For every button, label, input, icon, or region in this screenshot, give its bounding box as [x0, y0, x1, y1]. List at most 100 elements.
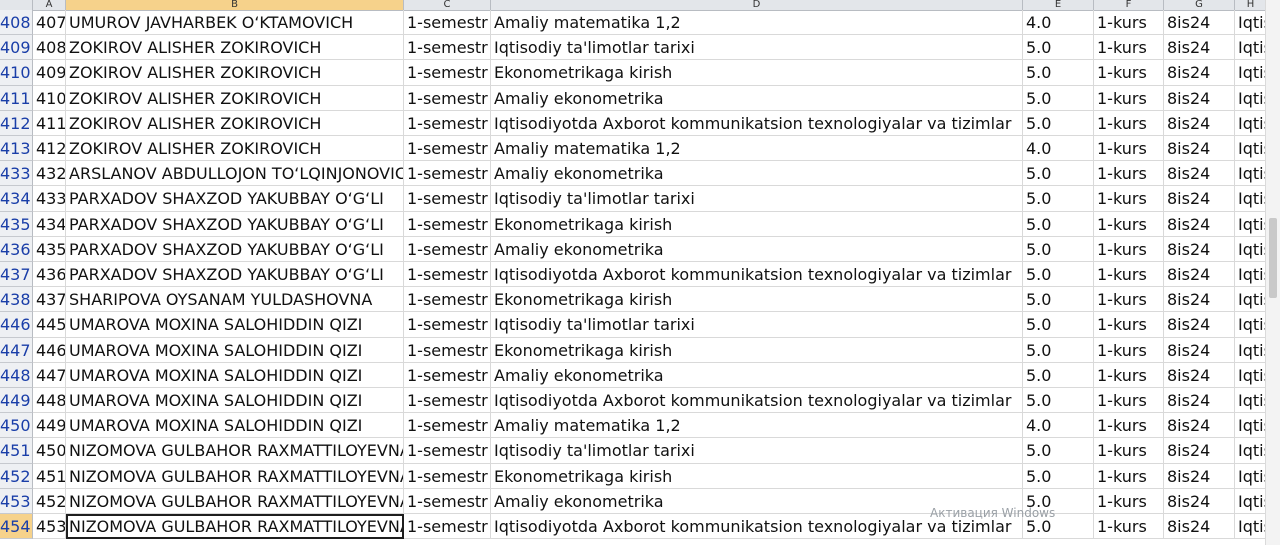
cell-a[interactable]: 447 [33, 362, 66, 388]
cell-grade[interactable]: 5.0 [1023, 438, 1094, 464]
cell-a[interactable]: 451 [33, 463, 66, 489]
cell-semester[interactable]: 1-semestr [404, 514, 491, 540]
cell-a[interactable]: 434 [33, 211, 66, 237]
cell-group[interactable]: 8is24 [1164, 236, 1235, 262]
row-number[interactable]: 413 [0, 136, 33, 162]
cell-semester[interactable]: 1-semestr [404, 488, 491, 514]
cell-group[interactable]: 8is24 [1164, 362, 1235, 388]
cell-a[interactable]: 445 [33, 312, 66, 338]
cell-extra[interactable]: Iqtis [1235, 514, 1266, 540]
cell-group[interactable]: 8is24 [1164, 10, 1235, 36]
cell-group[interactable]: 8is24 [1164, 110, 1235, 136]
cell-semester[interactable]: 1-semestr [404, 186, 491, 212]
cell-a[interactable]: 412 [33, 136, 66, 162]
cell-course[interactable]: 1-kurs [1094, 312, 1164, 338]
cell-a[interactable]: 410 [33, 85, 66, 111]
cell-group[interactable]: 8is24 [1164, 337, 1235, 363]
cell-a[interactable]: 409 [33, 60, 66, 86]
cell-extra[interactable]: Iqtis [1235, 438, 1266, 464]
cell-a[interactable]: 408 [33, 35, 66, 61]
cell-subject[interactable]: Iqtisodiy ta'limotlar tarixi [491, 312, 1023, 338]
cell-name[interactable]: PARXADOV SHAXZOD YAKUBBAY O‘G‘LI [66, 186, 404, 212]
column-header-c[interactable]: C [404, 0, 491, 10]
cell-grade[interactable]: 4.0 [1023, 413, 1094, 439]
cell-name[interactable]: ZOKIROV ALISHER ZOKIROVICH [66, 85, 404, 111]
cell-subject[interactable]: Ekonometrikaga kirish [491, 463, 1023, 489]
cell-group[interactable]: 8is24 [1164, 413, 1235, 439]
cell-semester[interactable]: 1-semestr [404, 35, 491, 61]
cell-group[interactable]: 8is24 [1164, 85, 1235, 111]
column-header-e[interactable]: E [1023, 0, 1094, 10]
cell-subject[interactable]: Amaliy matematika 1,2 [491, 413, 1023, 439]
cell-course[interactable]: 1-kurs [1094, 413, 1164, 439]
row-number[interactable]: 453 [0, 488, 33, 514]
cell-course[interactable]: 1-kurs [1094, 136, 1164, 162]
cell-semester[interactable]: 1-semestr [404, 463, 491, 489]
row-number[interactable]: 452 [0, 463, 33, 489]
cell-semester[interactable]: 1-semestr [404, 262, 491, 288]
cell-course[interactable]: 1-kurs [1094, 161, 1164, 187]
cell-subject[interactable]: Iqtisodiy ta'limotlar tarixi [491, 438, 1023, 464]
cell-extra[interactable]: Iqtis [1235, 85, 1266, 111]
cell-course[interactable]: 1-kurs [1094, 211, 1164, 237]
cell-name[interactable]: NIZOMOVA GULBAHOR RAXMATTILOYEVNA [66, 488, 404, 514]
cell-extra[interactable]: Iqtis [1235, 136, 1266, 162]
cell-semester[interactable]: 1-semestr [404, 161, 491, 187]
cell-group[interactable]: 8is24 [1164, 388, 1235, 414]
cell-extra[interactable]: Iqtis [1235, 463, 1266, 489]
cell-extra[interactable]: Iqtis [1235, 362, 1266, 388]
cell-a[interactable]: 450 [33, 438, 66, 464]
row-number[interactable]: 451 [0, 438, 33, 464]
cell-group[interactable]: 8is24 [1164, 488, 1235, 514]
cell-semester[interactable]: 1-semestr [404, 438, 491, 464]
cell-semester[interactable]: 1-semestr [404, 85, 491, 111]
cell-semester[interactable]: 1-semestr [404, 362, 491, 388]
cell-name[interactable]: UMAROVA MOXINA SALOHIDDIN QIZI [66, 312, 404, 338]
cell-course[interactable]: 1-kurs [1094, 463, 1164, 489]
scrollbar-thumb[interactable] [1269, 218, 1277, 298]
cell-semester[interactable]: 1-semestr [404, 413, 491, 439]
cell-extra[interactable]: Iqtis [1235, 110, 1266, 136]
row-number[interactable]: 454 [0, 514, 33, 540]
cell-group[interactable]: 8is24 [1164, 463, 1235, 489]
cell-a[interactable]: 407 [33, 10, 66, 36]
cell-subject[interactable]: Iqtisodiy ta'limotlar tarixi [491, 186, 1023, 212]
cell-name[interactable]: NIZOMOVA GULBAHOR RAXMATTILOYEVNA [66, 463, 404, 489]
cell-group[interactable]: 8is24 [1164, 287, 1235, 313]
cell-name[interactable]: NIZOMOVA GULBAHOR RAXMATTILOYEVNA [66, 514, 404, 540]
cell-course[interactable]: 1-kurs [1094, 287, 1164, 313]
row-number[interactable]: 434 [0, 186, 33, 212]
cell-extra[interactable]: Iqtis [1235, 488, 1266, 514]
cell-subject[interactable]: Iqtisodiy ta'limotlar tarixi [491, 35, 1023, 61]
cell-extra[interactable]: Iqtis [1235, 186, 1266, 212]
cell-name[interactable]: UMAROVA MOXINA SALOHIDDIN QIZI [66, 388, 404, 414]
column-header-a[interactable]: A [33, 0, 66, 10]
cell-a[interactable]: 435 [33, 236, 66, 262]
cell-subject[interactable]: Amaliy ekonometrika [491, 362, 1023, 388]
cell-course[interactable]: 1-kurs [1094, 186, 1164, 212]
cell-extra[interactable]: Iqtis [1235, 161, 1266, 187]
cell-course[interactable]: 1-kurs [1094, 488, 1164, 514]
cell-subject[interactable]: Ekonometrikaga kirish [491, 60, 1023, 86]
row-number[interactable]: 437 [0, 262, 33, 288]
row-number[interactable]: 448 [0, 362, 33, 388]
cell-grade[interactable]: 5.0 [1023, 161, 1094, 187]
cell-name[interactable]: UMUROV JAVHARBEK O‘KTAMOVICH [66, 10, 404, 36]
cell-grade[interactable]: 5.0 [1023, 488, 1094, 514]
cell-subject[interactable]: Iqtisodiyotda Axborot kommunikatsion tex… [491, 262, 1023, 288]
cell-course[interactable]: 1-kurs [1094, 388, 1164, 414]
row-number[interactable]: 438 [0, 287, 33, 313]
cell-grade[interactable]: 5.0 [1023, 362, 1094, 388]
cell-a[interactable]: 449 [33, 413, 66, 439]
cell-semester[interactable]: 1-semestr [404, 312, 491, 338]
cell-course[interactable]: 1-kurs [1094, 35, 1164, 61]
cell-course[interactable]: 1-kurs [1094, 438, 1164, 464]
cell-name[interactable]: ZOKIROV ALISHER ZOKIROVICH [66, 35, 404, 61]
cell-name[interactable]: ARSLANOV ABDULLOJON TO‘LQINJONOVICH [66, 161, 404, 187]
row-number[interactable]: 447 [0, 337, 33, 363]
cell-group[interactable]: 8is24 [1164, 312, 1235, 338]
cell-subject[interactable]: Iqtisodiyotda Axborot kommunikatsion tex… [491, 388, 1023, 414]
cell-semester[interactable]: 1-semestr [404, 337, 491, 363]
cell-semester[interactable]: 1-semestr [404, 60, 491, 86]
cell-semester[interactable]: 1-semestr [404, 136, 491, 162]
